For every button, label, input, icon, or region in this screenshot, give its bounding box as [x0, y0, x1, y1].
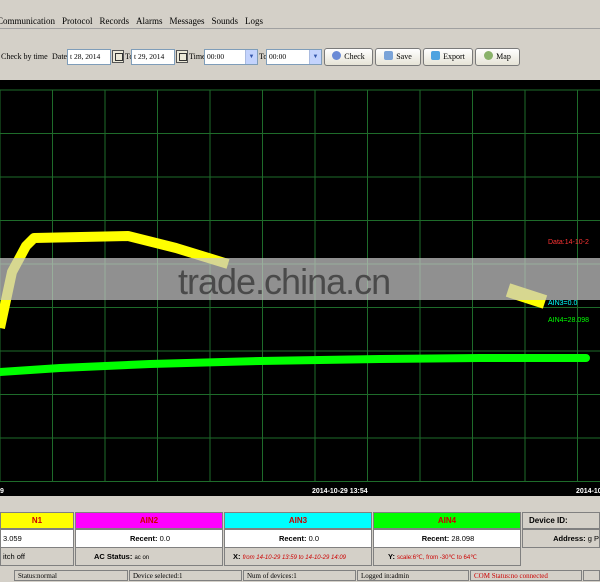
map-button[interactable]: Map [475, 48, 520, 66]
ac-status-value: ac on [134, 555, 150, 561]
data-annotation: Data:14-10-2 [548, 239, 589, 246]
ain3-header: AIN3 [224, 512, 372, 529]
ain4-annotation: AIN4=28.098 [548, 317, 589, 324]
status-device-selected: Device selected:1 [129, 570, 242, 581]
date-from-field[interactable]: t 28, 2014 [67, 49, 111, 65]
ain3-recent-label: Recent: [278, 534, 307, 543]
calendar-to-icon[interactable] [176, 50, 188, 63]
menu-records[interactable]: Records [97, 14, 134, 29]
check-by-time-label: Check by time [1, 52, 48, 61]
address-label: Address: [553, 534, 586, 543]
menu-bar: Communication Protocol Records Alarms Messag… [0, 14, 600, 29]
device-id-label: Device ID: [522, 512, 600, 529]
y-range-label: Y: [388, 552, 395, 561]
save-button-label: Save [396, 52, 412, 61]
export-icon [431, 51, 441, 60]
date-label: Date [52, 52, 68, 61]
ain3-recent: Recent: 0.0 [224, 529, 372, 548]
y-range: Y: scale:6℃, from -30℃ to 64℃ [373, 547, 521, 566]
ac-status-label: AC Status: [94, 552, 133, 561]
check-button[interactable]: Check [324, 48, 373, 66]
ain1-header: N1 [0, 512, 74, 529]
address-value: g P [587, 534, 599, 543]
save-button[interactable]: Save [375, 48, 421, 66]
ain2-recent-label: Recent: [129, 534, 158, 543]
status-num-devices: Num of devices:1 [243, 570, 356, 581]
x-range: X: from 14-10-29 13:59 to 14-10-29 14:09 [224, 547, 372, 566]
address-field: Address: g P [522, 529, 600, 548]
x-tick-label: 2014-10-29 13:54 [312, 488, 368, 495]
x-tick-label: 2014-10 [576, 488, 600, 495]
ain4-recent-label: Recent: [421, 534, 450, 543]
ain4-recent: Recent: 28.098 [373, 529, 521, 548]
map-button-label: Map [496, 52, 511, 61]
watermark-band: trade.china.cn [0, 258, 600, 302]
ac-status: AC Status: ac on [75, 547, 223, 566]
time-from-select[interactable]: 00:00 ▼ [204, 49, 258, 65]
check-button-label: Check [344, 52, 365, 61]
menu-logs[interactable]: Logs [242, 14, 267, 29]
date-to-field[interactable]: t 29, 2014 [131, 49, 175, 65]
ain2-header: AIN2 [75, 512, 223, 529]
calendar-from-icon[interactable] [112, 50, 124, 63]
export-button[interactable]: Export [423, 48, 473, 66]
save-icon [384, 51, 394, 60]
chevron-down-icon: ▼ [245, 50, 257, 64]
chevron-down-icon: ▼ [309, 50, 321, 64]
time-from-value: 00:00 [207, 52, 225, 61]
export-button-label: Export [443, 52, 465, 61]
x-range-label: X: [233, 552, 241, 561]
time-to-value: 00:00 [269, 52, 287, 61]
x-range-value: from 14-10-29 13:59 to 14-10-29 14:09 [242, 555, 346, 561]
ain2-recent: Recent: 0.0 [75, 529, 223, 548]
ain4-header: AIN4 [373, 512, 521, 529]
ain1-value: 3.059 [0, 529, 74, 548]
menu-protocol[interactable]: Protocol [59, 14, 97, 29]
menu-sounds[interactable]: Sounds [209, 14, 243, 29]
ain4-series-line [0, 354, 590, 376]
status-bar: Status:normal Device selected:1 Num of d… [0, 569, 600, 582]
channel-panel: N1 AIN2 AIN3 AIN4 Device ID: 3.059 Recen… [0, 510, 600, 567]
ain3-annotation: AIN3=0.0 [548, 300, 577, 307]
switch-status: itch off [0, 547, 74, 566]
status-logged-in: Logged in:admin [357, 570, 469, 581]
x-tick-label: 9 [0, 488, 4, 495]
status-normal: Status:normal [14, 570, 128, 581]
search-icon [332, 51, 342, 60]
menu-messages[interactable]: Messages [167, 14, 209, 29]
y-range-value: scale:6℃, from -30℃ to 64℃ [397, 555, 477, 561]
time-to-select[interactable]: 00:00 ▼ [266, 49, 322, 65]
query-toolbar: Check by time Date t 28, 2014 To t 29, 2… [0, 46, 600, 68]
globe-icon [484, 51, 494, 60]
ain4-recent-value: 28.098 [451, 534, 475, 543]
watermark-text: trade.china.cn [178, 261, 391, 302]
ain3-recent-value: 0.0 [308, 534, 320, 543]
status-extra [583, 570, 600, 581]
ain2-recent-value: 0.0 [159, 534, 171, 543]
status-com: COM Status:no connected [470, 570, 582, 581]
menu-communication[interactable]: Communication [0, 14, 59, 29]
menu-alarms[interactable]: Alarms [133, 14, 167, 29]
